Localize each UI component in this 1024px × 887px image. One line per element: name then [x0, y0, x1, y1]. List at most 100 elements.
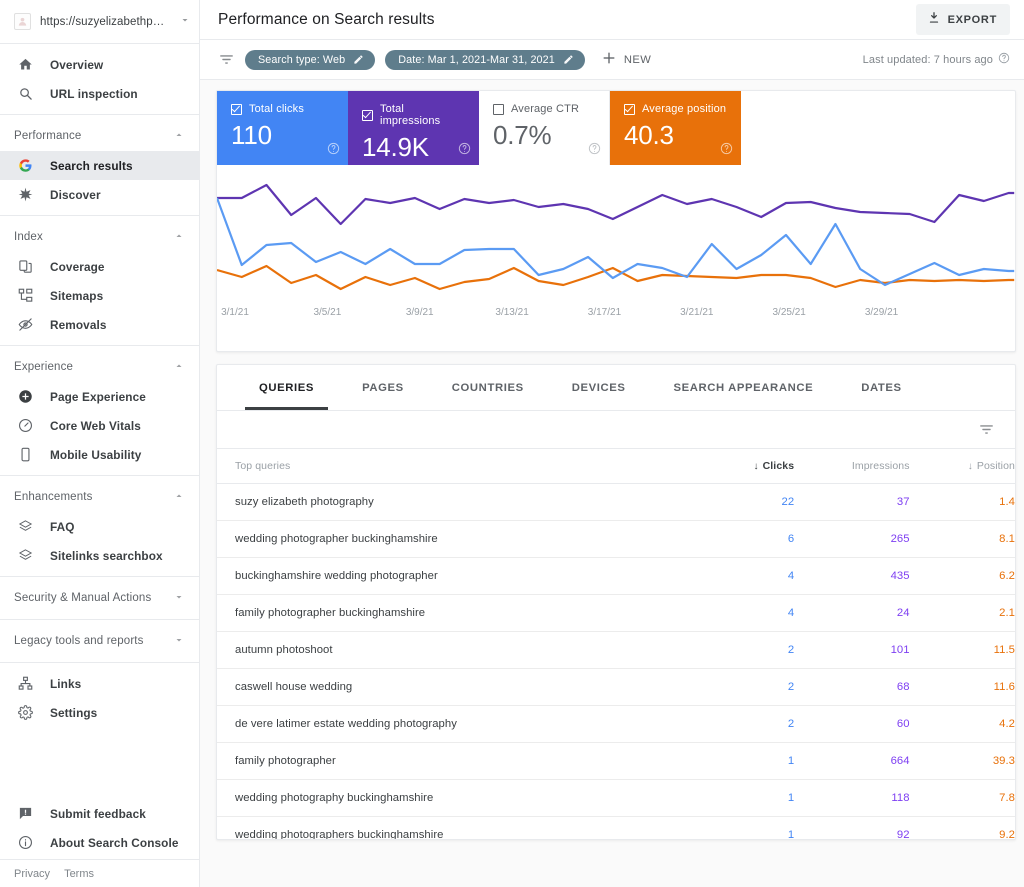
- mobile-phone-icon: [17, 447, 33, 463]
- sidebar-item-url-inspection[interactable]: URL inspection: [0, 79, 199, 108]
- checkbox-unchecked-icon[interactable]: [493, 103, 504, 115]
- cell-clicks: 4: [688, 594, 795, 632]
- table-row[interactable]: caswell house wedding 2 68 11.6: [217, 668, 1015, 706]
- queries-table: Top queries ↓ Clicks Impressions ↓ Positio…: [217, 449, 1015, 839]
- sidebar-item-label: FAQ: [50, 519, 75, 534]
- cell-clicks: 1: [688, 742, 795, 780]
- help-circle-icon[interactable]: [458, 142, 471, 160]
- sidebar-item-faq[interactable]: FAQ: [0, 512, 199, 541]
- help-circle-icon[interactable]: [720, 142, 733, 160]
- tab-queries[interactable]: QUERIES: [235, 365, 338, 410]
- cell-impressions: 60: [794, 705, 910, 743]
- help-circle-icon[interactable]: [327, 142, 340, 160]
- chip-search-type[interactable]: Search type: Web: [245, 49, 376, 70]
- column-header-position[interactable]: ↓ Position: [909, 449, 1015, 484]
- tab-pages[interactable]: PAGES: [338, 365, 428, 410]
- sidebar-item-overview[interactable]: Overview: [0, 50, 199, 79]
- privacy-link[interactable]: Privacy: [14, 868, 50, 880]
- sidebar-item-label: Submit feedback: [50, 806, 146, 821]
- sidebar-item-sitelinks-searchbox[interactable]: Sitelinks searchbox: [0, 541, 199, 570]
- metric-value: 0.7%: [493, 120, 552, 150]
- column-header-clicks[interactable]: ↓ Clicks: [688, 449, 795, 484]
- sidebar-item-coverage[interactable]: Coverage: [0, 252, 199, 281]
- sidebar-item-mobile-usability[interactable]: Mobile Usability: [0, 440, 199, 469]
- metric-card-average-position[interactable]: Average position 40.3: [610, 91, 741, 165]
- metric-card-average-ctr[interactable]: Average CTR 0.7%: [479, 91, 610, 165]
- table-row[interactable]: family photographer 1 664 39.3: [217, 742, 1015, 780]
- chevron-down-icon[interactable]: [179, 13, 191, 31]
- chevron-up-icon[interactable]: [173, 230, 185, 245]
- sidebar-item-label: Sitelinks searchbox: [50, 548, 163, 563]
- tab-dates[interactable]: DATES: [837, 365, 925, 410]
- chevron-down-icon[interactable]: [173, 591, 185, 606]
- table-row[interactable]: wedding photographer buckinghamshire 6 265…: [217, 520, 1015, 558]
- group-header-performance[interactable]: Performance: [0, 121, 199, 151]
- google-g-icon: [17, 158, 33, 174]
- sidebar-item-sitemaps[interactable]: Sitemaps: [0, 281, 199, 310]
- checkbox-checked-icon[interactable]: [624, 103, 635, 115]
- sidebar-item-submit-feedback[interactable]: Submit feedback: [0, 799, 199, 828]
- metric-card-total-impressions[interactable]: Total impressions 14.9K: [348, 91, 479, 165]
- export-button[interactable]: EXPORT: [915, 4, 1010, 35]
- performance-chart[interactable]: 3/1/21 3/5/21 3/9/21 3/13/21 3/17/21 3/21/21 3…: [217, 165, 1015, 351]
- sidebar-item-links[interactable]: Links: [0, 669, 199, 698]
- column-header-top-queries[interactable]: Top queries: [217, 449, 689, 484]
- cell-impressions: 24: [794, 594, 910, 632]
- group-header-enhancements[interactable]: Enhancements: [0, 482, 199, 512]
- help-circle-icon[interactable]: [998, 52, 1010, 67]
- group-header-legacy[interactable]: Legacy tools and reports: [0, 626, 199, 656]
- sidebar-item-about-search-console[interactable]: About Search Console: [0, 828, 199, 857]
- sidebar-item-removals[interactable]: Removals: [0, 310, 199, 339]
- sidebar-item-discover[interactable]: Discover: [0, 180, 199, 209]
- new-filter-button[interactable]: NEW: [595, 46, 657, 73]
- cell-position: 11.5: [909, 631, 1015, 669]
- group-header-index[interactable]: Index: [0, 222, 199, 252]
- group-header-security[interactable]: Security & Manual Actions: [0, 583, 199, 613]
- group-header-experience[interactable]: Experience: [0, 352, 199, 382]
- table-row[interactable]: family photographer buckinghamshire 4 24 2.…: [217, 594, 1015, 632]
- cell-query: suzy elizabeth photography: [217, 483, 689, 521]
- performance-chart-card: Total clicks 110 Total impressions 14.9K: [216, 90, 1016, 352]
- chevron-down-icon[interactable]: [173, 634, 185, 649]
- help-circle-icon[interactable]: [588, 142, 601, 160]
- checkbox-checked-icon[interactable]: [362, 109, 373, 121]
- cell-clicks: 1: [688, 779, 795, 817]
- links-tree-icon: [17, 676, 33, 692]
- sidebar-item-label: Search results: [50, 158, 133, 173]
- chevron-up-icon[interactable]: [173, 360, 185, 375]
- table-row[interactable]: wedding photographers buckinghamshire 1 92…: [217, 816, 1015, 839]
- eye-off-icon: [17, 317, 33, 333]
- chip-date-range[interactable]: Date: Mar 1, 2021-Mar 31, 2021: [385, 49, 585, 70]
- pencil-icon[interactable]: [563, 54, 574, 65]
- sidebar-item-search-results[interactable]: Search results: [0, 151, 199, 180]
- table-row[interactable]: buckinghamshire wedding photographer 4 435…: [217, 557, 1015, 595]
- performance-table-card: QUERIES PAGES COUNTRIES DEVICES SEARCH APPEA…: [216, 364, 1016, 840]
- table-row[interactable]: suzy elizabeth photography 22 37 1.4: [217, 483, 1015, 521]
- tab-search-appearance[interactable]: SEARCH APPEARANCE: [650, 365, 838, 410]
- cell-impressions: 68: [794, 668, 910, 706]
- checkbox-checked-icon[interactable]: [231, 103, 242, 115]
- cell-clicks: 1: [688, 816, 795, 839]
- table-row[interactable]: wedding photography buckinghamshire 1 118 7…: [217, 779, 1015, 817]
- terms-link[interactable]: Terms: [64, 868, 94, 880]
- metric-card-total-clicks[interactable]: Total clicks 110: [217, 91, 348, 165]
- nav-group-top: Overview URL inspection: [0, 44, 199, 115]
- tab-countries[interactable]: COUNTRIES: [428, 365, 548, 410]
- pencil-icon[interactable]: [353, 54, 364, 65]
- filter-icon[interactable]: [978, 421, 995, 438]
- column-header-impressions[interactable]: Impressions: [794, 449, 910, 484]
- table-row[interactable]: de vere latimer estate wedding photograp…: [217, 705, 1015, 743]
- metric-value: 40.3: [624, 120, 674, 150]
- sidebar-item-page-experience[interactable]: Page Experience: [0, 382, 199, 411]
- chevron-up-icon[interactable]: [173, 490, 185, 505]
- chevron-up-icon[interactable]: [173, 129, 185, 144]
- tab-devices[interactable]: DEVICES: [548, 365, 650, 410]
- filter-icon[interactable]: [218, 51, 235, 68]
- group-title: Experience: [14, 361, 74, 373]
- tab-label: DEVICES: [571, 381, 626, 394]
- sidebar-item-settings[interactable]: Settings: [0, 698, 199, 727]
- table-row[interactable]: autumn photoshoot 2 101 11.5: [217, 631, 1015, 669]
- property-selector[interactable]: https://suzyelizabethphotogr...: [0, 0, 199, 44]
- sidebar-item-core-web-vitals[interactable]: Core Web Vitals: [0, 411, 199, 440]
- metric-label: Total clicks: [249, 103, 304, 115]
